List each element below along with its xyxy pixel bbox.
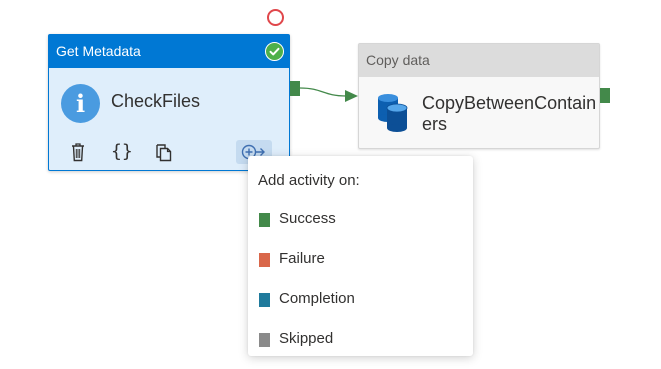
success-swatch-icon <box>259 213 270 227</box>
activity-get-metadata[interactable]: Get Metadata i CheckFiles {} <box>48 34 290 171</box>
add-activity-menu: Add activity on: Success Failure Complet… <box>248 156 473 356</box>
copy-icon[interactable] <box>153 141 175 163</box>
menu-item-label: Success <box>279 210 336 227</box>
activity-header: Copy data <box>359 44 599 77</box>
menu-title: Add activity on: <box>258 172 360 189</box>
failure-swatch-icon <box>259 253 270 267</box>
info-icon: i <box>61 84 100 123</box>
activity-type-label: Get Metadata <box>56 43 141 59</box>
success-connector <box>299 87 358 102</box>
menu-item-success[interactable]: Success <box>248 201 473 237</box>
database-copy-icon <box>375 92 411 132</box>
activity-header: Get Metadata <box>49 35 289 68</box>
completion-swatch-icon <box>259 293 270 307</box>
output-port[interactable] <box>290 81 300 96</box>
menu-item-label: Skipped <box>279 330 334 347</box>
breakpoint-circle-icon[interactable] <box>267 9 284 26</box>
activity-name: CheckFiles <box>111 91 201 111</box>
output-port[interactable] <box>600 88 610 103</box>
activity-type-label: Copy data <box>366 52 430 68</box>
menu-item-skipped[interactable]: Skipped <box>248 321 473 357</box>
activity-name: CopyBetweenContainers <box>422 93 597 134</box>
trash-icon[interactable] <box>69 141 87 163</box>
menu-item-failure[interactable]: Failure <box>248 241 473 277</box>
code-braces-icon[interactable]: {} <box>111 141 133 163</box>
menu-item-completion[interactable]: Completion <box>248 281 473 317</box>
success-checkmark-icon <box>265 42 284 61</box>
skipped-swatch-icon <box>259 333 270 347</box>
menu-item-label: Failure <box>279 250 325 267</box>
activity-copy-data[interactable]: Copy data CopyBetweenContainers <box>358 43 600 149</box>
menu-item-label: Completion <box>279 290 355 307</box>
